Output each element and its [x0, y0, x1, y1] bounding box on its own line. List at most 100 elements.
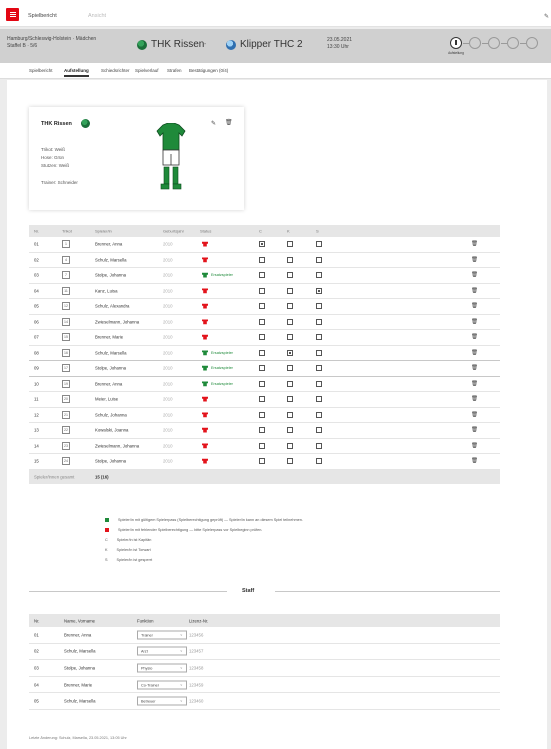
jersey-number-input[interactable]: 12 — [62, 302, 70, 311]
jersey-number-input[interactable]: 1 — [62, 240, 70, 249]
delete-row-icon[interactable]: 🗑 — [471, 319, 478, 325]
captain-checkbox[interactable] — [259, 303, 265, 310]
captain-checkbox[interactable] — [259, 442, 265, 449]
edit-icon[interactable]: ✎ — [211, 120, 216, 127]
function-select[interactable]: Trainer — [137, 630, 187, 640]
captain-checkbox[interactable] — [259, 458, 265, 465]
goalkeeper-checkbox[interactable] — [287, 442, 293, 449]
delete-row-icon[interactable]: 🗑 — [471, 458, 478, 464]
jersey-number-input[interactable]: 17 — [62, 364, 70, 373]
jersey-number-input[interactable]: 4 — [62, 255, 70, 264]
delete-row-icon[interactable]: 🗑 — [471, 443, 478, 449]
step-1-icon[interactable] — [450, 37, 462, 49]
goalkeeper-checkbox[interactable] — [287, 411, 293, 418]
goalkeeper-checkbox[interactable] — [287, 380, 293, 387]
captain-checkbox[interactable] — [259, 365, 265, 372]
tab-spielbericht[interactable]: Spielbericht — [29, 68, 53, 73]
nav-ansicht[interactable]: Ansicht — [88, 13, 106, 19]
captain-checkbox[interactable] — [259, 396, 265, 403]
goalkeeper-checkbox[interactable] — [287, 427, 293, 434]
suspended-checkbox[interactable] — [316, 272, 322, 279]
suspended-checkbox[interactable] — [316, 318, 322, 325]
delete-row-icon[interactable]: 🗑 — [471, 412, 478, 418]
captain-checkbox[interactable] — [259, 318, 265, 325]
col-nr[interactable]: Nr. — [34, 618, 40, 623]
jersey-number-input[interactable]: 15 — [62, 333, 70, 342]
suspended-checkbox[interactable] — [316, 427, 322, 434]
delete-row-icon[interactable]: 🗑 — [471, 350, 478, 356]
delete-row-icon[interactable]: 🗑 — [471, 396, 478, 402]
tab-bestaetigungen[interactable]: Bestätigungen (0/4) — [189, 68, 228, 73]
captain-checkbox[interactable] — [259, 380, 265, 387]
goalkeeper-checkbox[interactable] — [287, 272, 293, 279]
jersey-number-input[interactable]: 11 — [62, 286, 70, 295]
goalkeeper-checkbox[interactable] — [287, 318, 293, 325]
captain-checkbox[interactable] — [259, 349, 265, 356]
captain-checkbox[interactable] — [259, 256, 265, 263]
suspended-checkbox[interactable] — [316, 365, 322, 372]
jersey-number-input[interactable]: 7 — [62, 271, 70, 280]
suspended-checkbox[interactable] — [316, 256, 322, 263]
function-select[interactable]: Arzt — [137, 646, 187, 656]
step-2-icon[interactable] — [469, 37, 481, 49]
goalkeeper-checkbox[interactable] — [287, 303, 293, 310]
step-5-icon[interactable] — [526, 37, 538, 49]
delete-row-icon[interactable]: 🗑 — [471, 241, 478, 247]
col-nr[interactable]: Nr. — [34, 229, 39, 234]
suspended-checkbox[interactable] — [316, 458, 322, 465]
delete-row-icon[interactable]: 🗑 — [471, 303, 478, 309]
tab-schiedsrichter[interactable]: Schiedsrichter — [101, 68, 130, 73]
jersey-number-input[interactable]: 21 — [62, 410, 70, 419]
tab-strafen[interactable]: Strafen — [167, 68, 182, 73]
jersey-number-input[interactable]: 24 — [62, 457, 70, 466]
suspended-checkbox[interactable] — [316, 380, 322, 387]
tab-aufstellung[interactable]: Aufstellung — [64, 68, 89, 77]
captain-checkbox[interactable] — [259, 411, 265, 418]
delete-row-icon[interactable]: 🗑 — [471, 427, 478, 433]
delete-row-icon[interactable]: 🗑 — [471, 288, 478, 294]
delete-row-icon[interactable]: 🗑 — [471, 272, 478, 278]
function-select[interactable]: Betreuer — [137, 696, 187, 706]
jersey-number-input[interactable]: 19 — [62, 379, 70, 388]
suspended-checkbox[interactable] — [316, 442, 322, 449]
goalkeeper-checkbox[interactable] — [287, 256, 293, 263]
menu-button[interactable] — [6, 8, 19, 21]
suspended-checkbox[interactable] — [316, 303, 322, 310]
suspended-checkbox[interactable] — [316, 287, 322, 294]
delete-row-icon[interactable]: 🗑 — [471, 334, 478, 340]
captain-checkbox[interactable] — [259, 241, 265, 248]
delete-row-icon[interactable]: 🗑 — [471, 381, 478, 387]
jersey-number-input[interactable]: 16 — [62, 348, 70, 357]
goalkeeper-checkbox[interactable] — [287, 334, 293, 341]
delete-row-icon[interactable]: 🗑 — [471, 257, 478, 263]
suspended-checkbox[interactable] — [316, 334, 322, 341]
goalkeeper-checkbox[interactable] — [287, 458, 293, 465]
captain-checkbox[interactable] — [259, 427, 265, 434]
captain-checkbox[interactable] — [259, 287, 265, 294]
jersey-number-input[interactable]: 23 — [62, 441, 70, 450]
goalkeeper-checkbox[interactable] — [287, 241, 293, 248]
jersey-number-input[interactable]: 14 — [62, 317, 70, 326]
captain-checkbox[interactable] — [259, 272, 265, 279]
tab-spielverlauf[interactable]: Spielverlauf — [135, 68, 159, 73]
suspended-checkbox[interactable] — [316, 349, 322, 356]
function-select[interactable]: Co-Trainer — [137, 680, 187, 690]
goalkeeper-checkbox[interactable] — [287, 287, 293, 294]
nav-spielbericht[interactable]: Spielbericht — [28, 13, 57, 19]
step-4-icon[interactable] — [507, 37, 519, 49]
user-icon[interactable]: ✎ — [544, 13, 549, 20]
function-select[interactable]: Physio — [137, 663, 187, 673]
suspended-checkbox[interactable] — [316, 396, 322, 403]
captain-checkbox[interactable] — [259, 334, 265, 341]
goalkeeper-checkbox[interactable] — [287, 396, 293, 403]
jersey-number-input[interactable]: 22 — [62, 426, 70, 435]
suspended-checkbox[interactable] — [316, 241, 322, 248]
goalkeeper-checkbox[interactable] — [287, 365, 293, 372]
step-3-icon[interactable] — [488, 37, 500, 49]
delete-row-icon[interactable]: 🗑 — [471, 365, 478, 371]
jersey-number-input[interactable]: 20 — [62, 395, 70, 404]
col-lizenz: Lizenz-Nr. — [189, 618, 209, 623]
goalkeeper-checkbox[interactable] — [287, 349, 293, 356]
delete-icon[interactable]: 🗑 — [225, 119, 233, 126]
suspended-checkbox[interactable] — [316, 411, 322, 418]
